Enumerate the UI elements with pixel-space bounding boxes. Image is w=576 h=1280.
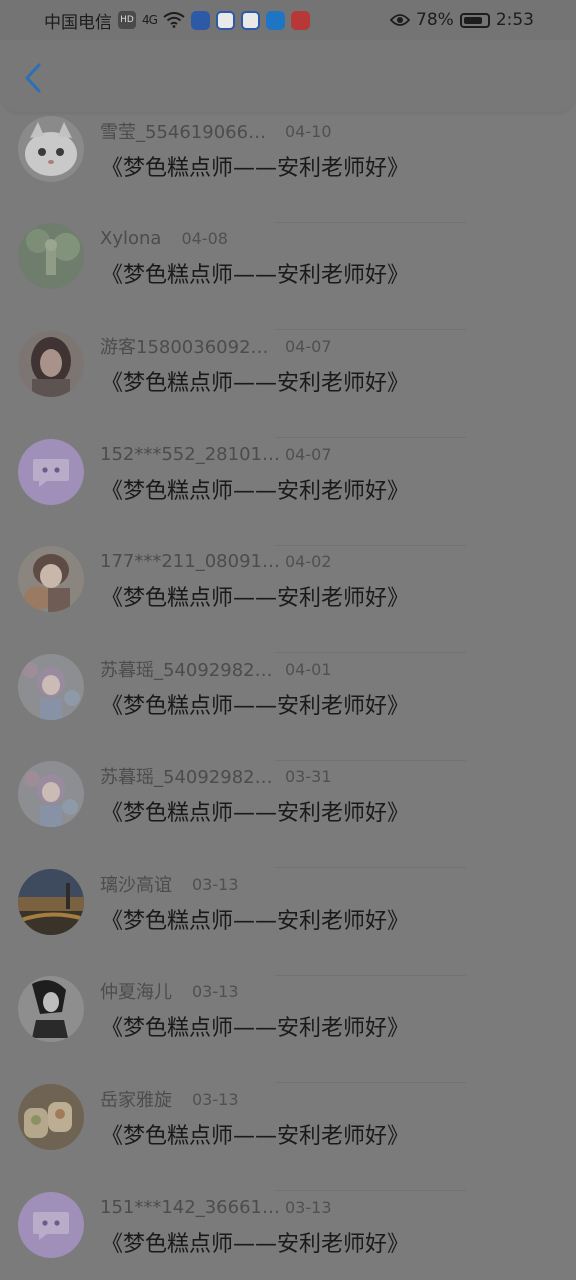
hd-badge: HD — [118, 11, 136, 29]
item-meta: 璃沙高谊 03-13 — [100, 869, 239, 899]
list-item[interactable]: 苏暮瑶_54092982… 03-31 《梦色糕点师——安利老师好》 — [0, 761, 576, 868]
eye-icon — [390, 14, 411, 26]
divider — [275, 437, 466, 438]
default-chat-avatar[interactable] — [18, 1192, 84, 1258]
post-date: 04-07 — [285, 444, 332, 464]
post-date: 03-13 — [192, 874, 239, 894]
item-meta: 152***552_28101… 04-07 — [100, 439, 332, 469]
divider — [275, 652, 466, 653]
anime-girl-flowers-avatar[interactable] — [18, 761, 84, 827]
battery-icon — [459, 12, 490, 28]
chat-bubble-icon — [33, 1212, 69, 1240]
user-name[interactable]: 苏暮瑶_54092982… — [100, 656, 285, 682]
top-nav-bar — [0, 40, 576, 112]
user-name[interactable]: 仲夏海儿 — [100, 978, 172, 1004]
user-name[interactable]: 岳家雅旋 — [100, 1086, 172, 1112]
post-date: 04-08 — [181, 228, 228, 248]
carrier-label: 中国电信 — [44, 12, 112, 33]
green-garden-avatar[interactable] — [18, 223, 84, 289]
message-text: 《梦色糕点师——安利老师好》 — [101, 479, 410, 504]
message-text: 《梦色糕点师——安利老师好》 — [101, 801, 410, 826]
message-text: 《梦色糕点师——安利老师好》 — [101, 1016, 410, 1041]
clock: 2:53 — [495, 10, 534, 30]
food-rolls-avatar[interactable] — [18, 1084, 84, 1150]
chat-bubble-icon — [33, 459, 69, 487]
post-date: 04-07 — [285, 336, 332, 356]
message-text: 《梦色糕点师——安利老师好》 — [101, 1232, 410, 1257]
user-name[interactable]: 152***552_28101… — [100, 444, 285, 465]
girl-photo-avatar[interactable] — [18, 331, 84, 397]
anime-girl-bear-avatar[interactable] — [18, 546, 84, 612]
user-name[interactable]: 璃沙高谊 — [100, 871, 172, 897]
network-signal: 4G — [142, 13, 158, 27]
wifi-icon — [163, 12, 185, 28]
list-item[interactable]: 雪莹_554619066… 04-10 《梦色糕点师——安利老师好》 — [0, 116, 576, 223]
user-name[interactable]: 雪莹_554619066… — [100, 118, 285, 144]
list-item[interactable]: 璃沙高谊 03-13 《梦色糕点师——安利老师好》 — [0, 869, 576, 976]
post-date: 04-02 — [285, 551, 332, 571]
list-item[interactable]: Xylona 04-08 《梦色糕点师——安利老师好》 — [0, 223, 576, 330]
divider — [275, 1082, 466, 1083]
post-date: 03-13 — [285, 1197, 332, 1217]
item-meta: 岳家雅旋 03-13 — [100, 1084, 239, 1114]
divider — [275, 329, 466, 330]
message-text: 《梦色糕点师——安利老师好》 — [101, 909, 410, 934]
white-kitten-avatar[interactable] — [18, 116, 84, 182]
list-item[interactable]: 岳家雅旋 03-13 《梦色糕点师——安利老师好》 — [0, 1084, 576, 1191]
message-text: 《梦色糕点师——安利老师好》 — [101, 263, 410, 288]
post-date: 03-13 — [192, 981, 239, 1001]
user-name[interactable]: 177***211_08091… — [100, 551, 285, 572]
message-text: 《梦色糕点师——安利老师好》 — [101, 586, 410, 611]
reader-app-icon — [290, 10, 310, 30]
status-bar-left: 中国电信 HD 4G — [44, 8, 310, 33]
item-meta: 苏暮瑶_54092982… 03-31 — [100, 761, 332, 791]
list-item[interactable]: 仲夏海儿 03-13 《梦色糕点师——安利老师好》 — [0, 976, 576, 1083]
anime-girl-flowers-avatar[interactable] — [18, 654, 84, 720]
dark-anime-avatar[interactable] — [18, 976, 84, 1042]
item-meta: 151***142_36661… 03-13 — [100, 1192, 332, 1222]
item-meta: 雪莹_554619066… 04-10 — [100, 116, 332, 146]
list-item[interactable]: 151***142_36661… 03-13 《梦色糕点师——安利老师好》 — [0, 1192, 576, 1280]
user-name[interactable]: Xylona — [100, 228, 161, 249]
item-meta: 苏暮瑶_54092982… 04-01 — [100, 654, 332, 684]
list-item[interactable]: 苏暮瑶_54092982… 04-01 《梦色糕点师——安利老师好》 — [0, 654, 576, 761]
comment-list: 雪莹_554619066… 04-10 《梦色糕点师——安利老师好》 Xylon… — [0, 112, 576, 1280]
music-app-icon — [190, 10, 210, 30]
status-bar-right: 78% 2:53 — [390, 10, 534, 30]
list-item[interactable]: 177***211_08091… 04-02 《梦色糕点师——安利老师好》 — [0, 546, 576, 653]
message-text: 《梦色糕点师——安利老师好》 — [101, 1124, 410, 1149]
sunset-road-avatar[interactable] — [18, 869, 84, 935]
divider — [275, 867, 466, 868]
baidu-app-icon — [215, 10, 235, 30]
post-date: 03-31 — [285, 766, 332, 786]
chevron-left-icon — [25, 63, 41, 93]
item-meta: 177***211_08091… 04-02 — [100, 546, 332, 576]
user-name[interactable]: 苏暮瑶_54092982… — [100, 763, 285, 789]
post-date: 03-13 — [192, 1089, 239, 1109]
item-meta: 仲夏海儿 03-13 — [100, 976, 239, 1006]
item-meta: 游客1580036092… 04-07 — [100, 331, 332, 361]
message-text: 《梦色糕点师——安利老师好》 — [101, 694, 410, 719]
item-meta: Xylona 04-08 — [100, 223, 228, 253]
divider — [275, 1190, 466, 1191]
post-date: 04-10 — [285, 121, 332, 141]
baidu-app-icon — [240, 10, 260, 30]
user-name[interactable]: 游客1580036092… — [100, 333, 285, 359]
post-date: 04-01 — [285, 659, 332, 679]
weather-app-icon — [265, 10, 285, 30]
message-text: 《梦色糕点师——安利老师好》 — [101, 156, 410, 181]
list-item[interactable]: 游客1580036092… 04-07 《梦色糕点师——安利老师好》 — [0, 331, 576, 438]
list-item[interactable]: 152***552_28101… 04-07 《梦色糕点师——安利老师好》 — [0, 439, 576, 546]
back-button[interactable] — [18, 60, 48, 96]
battery-percent: 78% — [416, 10, 454, 30]
status-bar: 中国电信 HD 4G 78% 2:53 — [0, 0, 576, 40]
user-name[interactable]: 151***142_36661… — [100, 1197, 285, 1218]
default-chat-avatar[interactable] — [18, 439, 84, 505]
message-text: 《梦色糕点师——安利老师好》 — [101, 371, 410, 396]
